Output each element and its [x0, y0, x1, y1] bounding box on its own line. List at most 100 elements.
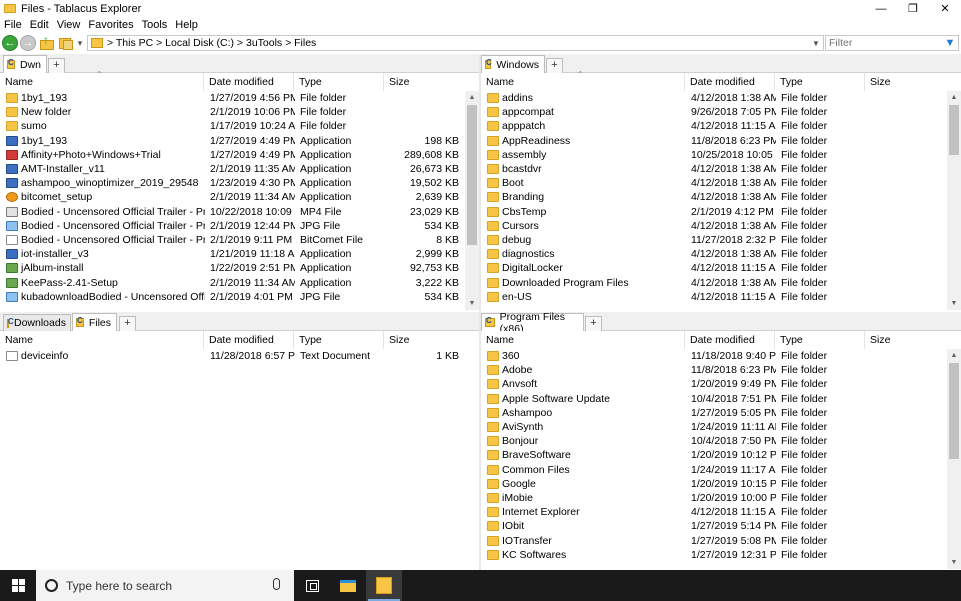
- address-bar[interactable]: > This PC > Local Disk (C:) > 3uTools > …: [87, 35, 824, 51]
- table-row[interactable]: AviSynth 1/24/2019 11:11 AM File folder: [481, 420, 946, 434]
- tab-downloads[interactable]: Downloads: [3, 314, 71, 331]
- table-row[interactable]: Bodied - Uncensored Official Trailer - P…: [0, 205, 465, 219]
- menu-view[interactable]: View: [57, 19, 81, 31]
- address-path[interactable]: > This PC > Local Disk (C:) > 3uTools > …: [107, 37, 316, 49]
- menu-edit[interactable]: Edit: [30, 19, 49, 31]
- tab-files[interactable]: Files: [72, 313, 117, 331]
- scroll-thumb[interactable]: [949, 105, 959, 155]
- start-button[interactable]: [0, 570, 36, 601]
- taskbar-search[interactable]: Type here to search: [36, 570, 294, 601]
- back-button[interactable]: ←: [2, 35, 18, 51]
- scroll-down-icon[interactable]: ▼: [947, 556, 961, 569]
- table-row[interactable]: KeePass-2.41-Setup 2/1/2019 11:34 AM Appli…: [0, 275, 465, 289]
- menu-file[interactable]: File: [4, 19, 22, 31]
- scrollbar[interactable]: ▲ ▼: [947, 91, 961, 310]
- column-type[interactable]: Type: [775, 73, 865, 91]
- column-date[interactable]: Date modified: [204, 73, 294, 91]
- column-date[interactable]: Date modified: [685, 331, 775, 349]
- table-row[interactable]: Bodied - Uncensored Official Trailer - P…: [0, 219, 465, 233]
- chevron-down-icon[interactable]: ▼: [809, 36, 823, 50]
- add-tab-button[interactable]: +: [546, 58, 563, 73]
- table-row[interactable]: en-US 4/12/2018 11:15 AM File folder: [481, 290, 946, 304]
- scroll-up-icon[interactable]: ▲: [947, 349, 961, 362]
- table-row[interactable]: AMT-Installer_v11 2/1/2019 11:35 AM Applic…: [0, 162, 465, 176]
- column-type[interactable]: Type: [294, 73, 384, 91]
- add-tab-button[interactable]: +: [119, 316, 136, 331]
- column-name[interactable]: Name: [481, 331, 685, 349]
- table-row[interactable]: IObit 1/27/2019 5:14 PM File folder: [481, 519, 946, 533]
- table-row[interactable]: Anvsoft 1/20/2019 9:49 PM File folder: [481, 377, 946, 391]
- table-row[interactable]: iMobie 1/20/2019 10:00 PM File folder: [481, 491, 946, 505]
- tab-windows[interactable]: Windows: [481, 55, 545, 73]
- filter-icon[interactable]: ▼: [944, 37, 956, 49]
- table-row[interactable]: Downloaded Program Files 4/12/2018 1:38 A…: [481, 275, 946, 289]
- scrollbar[interactable]: ▲ ▼: [465, 91, 479, 310]
- table-row[interactable]: CbsTemp 2/1/2019 4:12 PM File folder: [481, 205, 946, 219]
- column-type[interactable]: Type: [775, 331, 865, 349]
- forward-button[interactable]: →: [20, 35, 36, 51]
- table-row[interactable]: 1by1_193 1/27/2019 4:56 PM File folder: [0, 91, 465, 105]
- table-row[interactable]: bitcomet_setup 2/1/2019 11:34 AM Applicati…: [0, 190, 465, 204]
- column-size[interactable]: Size: [865, 331, 945, 349]
- table-row[interactable]: Internet Explorer 4/12/2018 11:15 AM File …: [481, 505, 946, 519]
- tab-dwn[interactable]: Dwn: [3, 55, 47, 73]
- menu-favorites[interactable]: Favorites: [88, 19, 133, 31]
- table-row[interactable]: addins 4/12/2018 1:38 AM File folder: [481, 91, 946, 105]
- filter-input[interactable]: [826, 36, 936, 50]
- table-row[interactable]: Branding 4/12/2018 1:38 AM File folder: [481, 190, 946, 204]
- minimize-button[interactable]: —: [865, 0, 897, 17]
- table-row[interactable]: KC Softwares 1/27/2019 12:31 PM File folde…: [481, 548, 946, 562]
- table-row[interactable]: appcompat 9/26/2018 7:05 PM File folder: [481, 105, 946, 119]
- microphone-icon[interactable]: [273, 578, 280, 590]
- table-row[interactable]: 360 11/18/2018 9:40 PM File folder: [481, 349, 946, 363]
- dropdown-arrow-icon[interactable]: ▾: [76, 38, 84, 49]
- table-row[interactable]: Common Files 1/24/2019 11:17 AM File folde…: [481, 463, 946, 477]
- scroll-down-icon[interactable]: ▼: [947, 297, 961, 310]
- table-row[interactable]: bcastdvr 4/12/2018 1:38 AM File folder: [481, 162, 946, 176]
- table-row[interactable]: jAlbum-install 1/22/2019 2:51 PM Applicati…: [0, 261, 465, 275]
- tablacus-explorer-button[interactable]: [366, 570, 402, 601]
- maximize-button[interactable]: ❐: [897, 0, 929, 17]
- column-name[interactable]: Name ⌃: [0, 70, 204, 91]
- search-placeholder[interactable]: Type here to search: [66, 579, 172, 593]
- table-row[interactable]: Bonjour 10/4/2018 7:50 PM File folder: [481, 434, 946, 448]
- add-tab-button[interactable]: +: [48, 58, 65, 73]
- table-row[interactable]: apppatch 4/12/2018 11:15 AM File folder: [481, 119, 946, 133]
- column-size[interactable]: Size: [384, 331, 464, 349]
- column-name[interactable]: Name ⌃: [481, 70, 685, 91]
- scroll-thumb[interactable]: [949, 363, 959, 459]
- column-size[interactable]: Size: [384, 73, 464, 91]
- table-row[interactable]: debug 11/27/2018 2:32 PM File folder: [481, 233, 946, 247]
- table-row[interactable]: Cursors 4/12/2018 1:38 AM File folder: [481, 219, 946, 233]
- menu-tools[interactable]: Tools: [142, 19, 168, 31]
- up-button[interactable]: ↑: [39, 33, 55, 51]
- table-row[interactable]: Boot 4/12/2018 1:38 AM File folder: [481, 176, 946, 190]
- table-row[interactable]: Affinity+Photo+Windows+Trial 1/27/2019 4:…: [0, 148, 465, 162]
- table-row[interactable]: assembly 10/25/2018 10:05 File folder: [481, 148, 946, 162]
- table-row[interactable]: BraveSoftware 1/20/2019 10:12 PM File fold…: [481, 448, 946, 462]
- table-row[interactable]: Adobe 11/8/2018 6:23 PM File folder: [481, 363, 946, 377]
- table-row[interactable]: diagnostics 4/12/2018 1:38 AM File folder: [481, 247, 946, 261]
- table-row[interactable]: Apple Software Update 10/4/2018 7:51 PM Fi…: [481, 392, 946, 406]
- close-button[interactable]: ✕: [929, 0, 961, 17]
- column-date[interactable]: Date modified: [204, 331, 294, 349]
- scroll-up-icon[interactable]: ▲: [465, 91, 479, 104]
- table-row[interactable]: sumo 1/17/2019 10:24 AM File folder: [0, 119, 465, 133]
- table-row[interactable]: 1by1_193 1/27/2019 4:49 PM Application 198 …: [0, 134, 465, 148]
- table-row[interactable]: iot-installer_v3 1/21/2019 11:18 AM Applic…: [0, 247, 465, 261]
- table-row[interactable]: Ashampoo 1/27/2019 5:05 PM File folder: [481, 406, 946, 420]
- table-row[interactable]: ashampoo_winoptimizer_2019_29548 1/23/201…: [0, 176, 465, 190]
- scroll-thumb[interactable]: [467, 105, 477, 245]
- table-row[interactable]: Bodied - Uncensored Official Trailer - P…: [0, 233, 465, 247]
- column-name[interactable]: Name: [0, 331, 204, 349]
- table-row[interactable]: kubadownloadBodied - Uncensored Official…: [0, 290, 465, 304]
- tab-program-files-x86[interactable]: Program Files (x86): [481, 311, 584, 335]
- file-explorer-button[interactable]: [330, 570, 366, 601]
- column-date[interactable]: Date modified: [685, 73, 775, 91]
- table-row[interactable]: DigitalLocker 4/12/2018 11:15 AM File fold…: [481, 261, 946, 275]
- menu-help[interactable]: Help: [175, 19, 198, 31]
- table-row[interactable]: AppReadiness 11/8/2018 6:23 PM File folder: [481, 134, 946, 148]
- table-row[interactable]: New folder 2/1/2019 10:06 PM File folder: [0, 105, 465, 119]
- scroll-up-icon[interactable]: ▲: [947, 91, 961, 104]
- column-size[interactable]: Size: [865, 73, 945, 91]
